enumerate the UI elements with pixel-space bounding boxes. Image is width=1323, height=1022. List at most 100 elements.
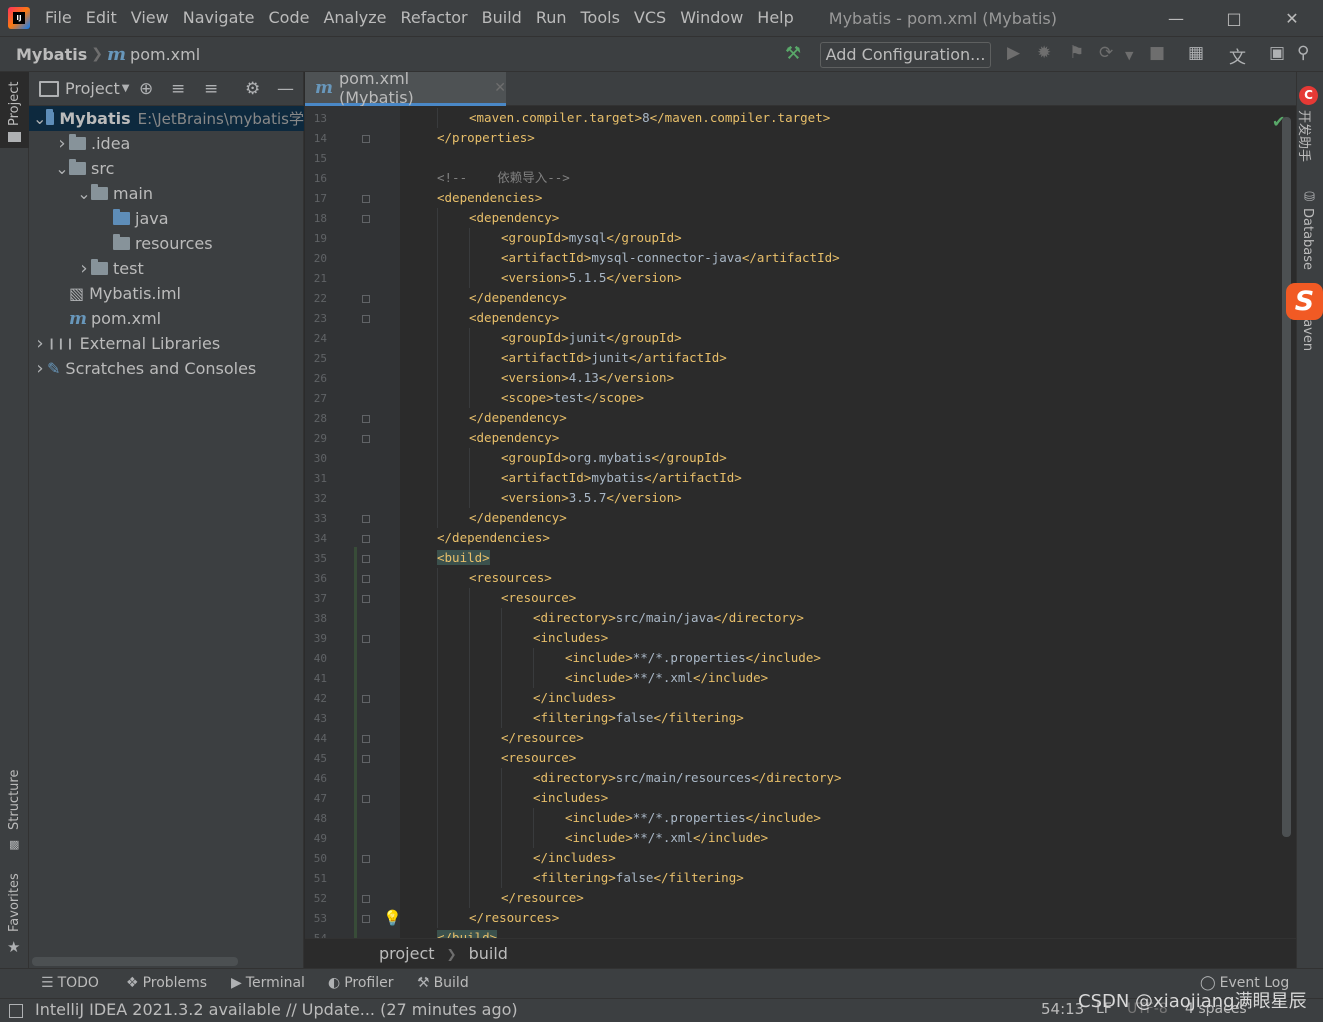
stop-icon[interactable]: ■ [1149,43,1165,63]
chevron-down-icon[interactable]: ▼ [1125,49,1133,62]
menu-view[interactable]: View [124,0,176,36]
chevron-down-icon[interactable]: ⌄ [33,109,46,128]
collapse-all-icon[interactable]: ≡ [204,79,218,99]
menu-refactor[interactable]: Refactor [394,0,475,36]
fold-marker-icon[interactable] [362,135,370,143]
fold-marker-icon[interactable] [362,315,370,323]
tab-pom-xml[interactable]: m pom.xml (Mybatis) ✕ [305,69,506,107]
hide-icon[interactable]: — [277,79,294,99]
todo-tool-button[interactable]: ☰ TODO [41,975,99,991]
maximize-icon[interactable]: □ [1205,0,1263,36]
chevron-right-icon[interactable]: › [77,258,91,279]
chevron-down-icon[interactable]: ⌄ [77,184,91,203]
menu-build[interactable]: Build [475,0,529,36]
tree-item[interactable]: ⌄ src [29,156,304,181]
menu-navigate[interactable]: Navigate [176,0,262,36]
nav-file[interactable]: pom.xml [130,45,200,64]
tree-item[interactable]: › .idea [29,131,304,156]
tree-item[interactable]: java [29,206,304,231]
menu-file[interactable]: File [38,0,79,36]
fold-marker-icon[interactable] [362,735,370,743]
fold-marker-icon[interactable] [362,695,370,703]
project-structure-icon[interactable]: ▦ [1188,43,1204,63]
add-configuration-button[interactable]: Add Configuration... [820,42,991,68]
sogou-input-icon[interactable]: S [1286,283,1323,320]
toggle-tool-windows-icon[interactable] [9,1004,23,1018]
fold-marker-icon[interactable] [362,635,370,643]
chevron-down-icon[interactable]: ⌄ [55,159,69,178]
menu-edit[interactable]: Edit [79,0,124,36]
menu-tools[interactable]: Tools [574,0,627,36]
tree-item[interactable]: m pom.xml [29,306,304,331]
expand-all-icon[interactable]: ≡ [171,79,185,99]
menu-run[interactable]: Run [529,0,574,36]
chevron-right-icon[interactable]: › [33,333,47,354]
menu-vcs[interactable]: VCS [627,0,673,36]
fold-marker-icon[interactable] [362,295,370,303]
csdn-logo-icon[interactable]: C [1299,86,1318,105]
terminal-window-icon[interactable]: ▣ [1269,43,1285,63]
project-view-dropdown[interactable]: Project [65,79,120,98]
minimize-icon[interactable]: — [1147,0,1205,36]
fold-marker-icon[interactable] [362,535,370,543]
run-icon[interactable]: ▶ [1007,43,1020,63]
fold-marker-icon[interactable] [362,855,370,863]
horizontal-scrollbar[interactable] [32,957,238,966]
build-tool-button[interactable]: ⚒ Build [417,975,469,991]
breadcrumb-project[interactable]: project [379,944,435,963]
check-icon[interactable]: ✔ [1272,112,1285,131]
nav-project[interactable]: Mybatis [16,45,87,64]
indent-guide [437,788,438,808]
tab-structure-tool[interactable]: Structure ▩ [0,770,29,852]
tab-helper-label[interactable]: 开发助手 [1296,110,1315,162]
tree-item[interactable]: ▧ Mybatis.iml [29,281,304,306]
menu-window[interactable]: Window [673,0,750,36]
fold-marker-icon[interactable] [362,515,370,523]
lightbulb-icon[interactable]: 💡 [383,909,402,927]
tree-item[interactable]: resources [29,231,304,256]
status-message[interactable]: IntelliJ IDEA 2021.3.2 available // Upda… [35,1000,518,1019]
chevron-right-icon[interactable]: › [33,358,47,379]
fold-marker-icon[interactable] [362,435,370,443]
search-icon[interactable]: ⚲ [1297,43,1309,63]
tree-item[interactable]: › test [29,256,304,281]
profiler-tool-button[interactable]: ◐ Profiler [328,975,394,991]
profile-icon[interactable]: ⟳ [1099,43,1113,63]
terminal-tool-button[interactable]: ▶ Terminal [231,975,305,991]
code-editor[interactable]: <maven.compiler.target>8</maven.compiler… [400,106,1284,938]
fold-marker-icon[interactable] [362,415,370,423]
problems-tool-button[interactable]: ❖ Problems [126,975,207,991]
chevron-down-icon[interactable]: ▼ [122,83,130,94]
menu-code[interactable]: Code [262,0,317,36]
tree-item[interactable]: ⌄ main [29,181,304,206]
fold-marker-icon[interactable] [362,755,370,763]
menu-help[interactable]: Help [750,0,800,36]
breadcrumb-build[interactable]: build [469,944,508,963]
tab-database-label[interactable]: Database [1300,208,1315,270]
fold-marker-icon[interactable] [362,195,370,203]
tree-item[interactable]: › ❙❙❙ External Libraries [29,331,304,356]
fold-marker-icon[interactable] [362,575,370,583]
tab-project-tool[interactable]: Project [0,72,29,148]
tree-item[interactable]: ⌄ Mybatis E:\JetBrains\mybatis学 [29,106,304,131]
coverage-icon[interactable]: ⚑ [1069,43,1084,63]
chevron-right-icon[interactable]: › [55,133,69,154]
fold-marker-icon[interactable] [362,215,370,223]
close-icon[interactable]: ✕ [494,80,506,96]
fold-marker-icon[interactable] [362,915,370,923]
build-hammer-icon[interactable]: ⚒ [785,43,801,64]
editor-scrollbar[interactable] [1282,117,1291,837]
breadcrumb: project ❯ build [305,938,1296,968]
tree-item[interactable]: › ✎ Scratches and Consoles [29,356,304,381]
gear-icon[interactable]: ⚙ [245,79,260,99]
fold-marker-icon[interactable] [362,895,370,903]
fold-marker-icon[interactable] [362,555,370,563]
menu-analyze[interactable]: Analyze [316,0,393,36]
debug-icon[interactable]: ✹ [1037,43,1051,63]
translate-icon[interactable]: 文 [1229,43,1246,68]
fold-marker-icon[interactable] [362,595,370,603]
locate-icon[interactable]: ⊕ [139,79,153,99]
close-icon[interactable]: ✕ [1263,0,1321,36]
fold-marker-icon[interactable] [362,795,370,803]
tab-favorites-tool[interactable]: Favorites ★ [0,873,29,957]
